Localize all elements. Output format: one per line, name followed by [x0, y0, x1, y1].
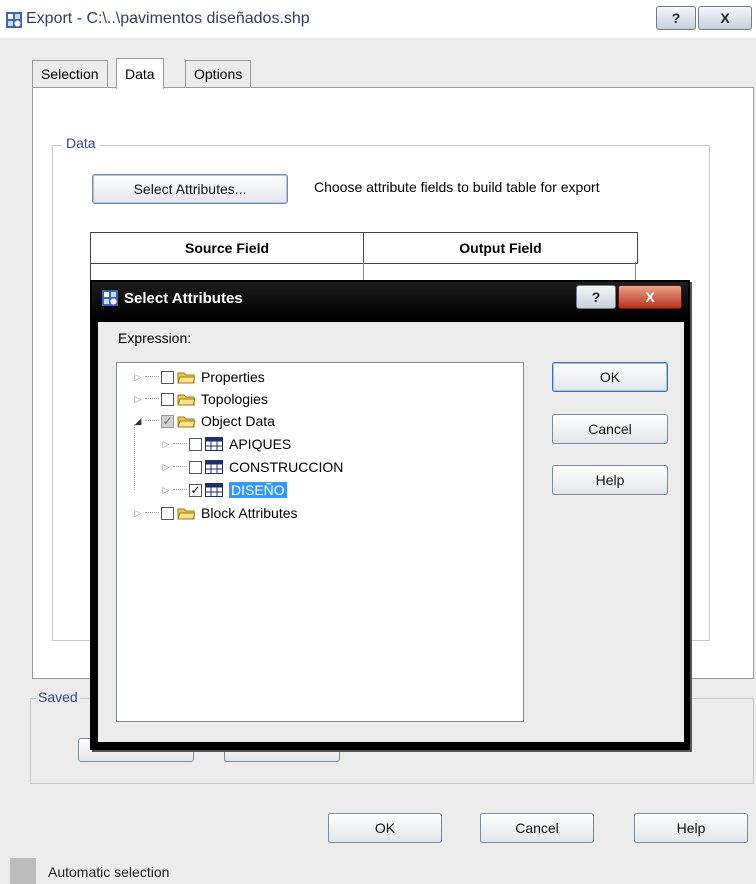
window-title: Export - C:\..\pavimentos diseñados.shp [26, 10, 310, 27]
tree-item-label: Block Attributes [201, 505, 298, 521]
tree-connector [145, 398, 159, 400]
tree-connector [173, 466, 187, 468]
tree-connector [173, 489, 187, 491]
data-group-label: Data [62, 135, 100, 151]
tree-item-label: DISEÑO [229, 482, 287, 498]
expand-icon[interactable]: ▷ [133, 372, 143, 383]
tree-item-label: CONSTRUCCION [229, 459, 344, 475]
attribute-tree[interactable]: ▷ Properties ▷ Topologies ◢ ✓ Object Dat… [116, 362, 524, 722]
folder-icon [177, 508, 195, 520]
field-mapping-table[interactable]: Source Field Output Field [90, 232, 638, 264]
checkbox[interactable] [189, 460, 202, 474]
dialog-help-caption-button[interactable]: ? [576, 285, 616, 309]
expand-icon[interactable]: ▷ [161, 485, 171, 496]
expand-icon[interactable]: ▷ [133, 394, 143, 405]
dialog-help-button[interactable]: Help [552, 465, 668, 495]
help-caption-button[interactable]: ? [656, 6, 696, 30]
tree-item-construccion[interactable]: ▷ CONSTRUCCION [161, 456, 344, 478]
folder-icon [177, 372, 195, 384]
table-icon [205, 437, 223, 451]
dialog-close-caption-button[interactable]: X [618, 285, 682, 309]
app-icon [6, 12, 22, 28]
tree-item-object-data[interactable]: ◢ ✓ Object Data [133, 410, 275, 432]
source-field-header[interactable]: Source Field [91, 233, 364, 263]
tab-selection[interactable]: Selection [32, 60, 108, 87]
checkbox[interactable] [189, 437, 202, 451]
help-button[interactable]: Help [634, 813, 748, 843]
tree-item-topologies[interactable]: ▷ Topologies [133, 388, 268, 410]
dialog-cancel-button[interactable]: Cancel [552, 414, 668, 444]
status-indicator [10, 858, 36, 884]
checkbox[interactable]: ✓ [189, 483, 202, 497]
checkbox[interactable]: ✓ [161, 414, 174, 428]
tab-options[interactable]: Options [185, 60, 252, 87]
status-text: Automatic selection [48, 864, 170, 880]
dialog-title: Select Attributes [124, 290, 243, 307]
tree-connector [173, 443, 187, 445]
tree-item-label: Object Data [201, 413, 275, 429]
tree-connector [145, 420, 159, 422]
checkbox[interactable] [161, 506, 174, 520]
expand-icon[interactable]: ▷ [133, 508, 143, 519]
table-column-divider [635, 262, 636, 282]
tree-item-diseno[interactable]: ▷ ✓ DISEÑO [161, 479, 287, 501]
table-column-divider [363, 262, 364, 282]
tree-connector [145, 376, 159, 378]
dialog-ok-button[interactable]: OK [552, 362, 668, 392]
tree-item-apiques[interactable]: ▷ APIQUES [161, 433, 292, 455]
expand-icon[interactable]: ▷ [161, 439, 171, 450]
expression-label: Expression: [118, 330, 192, 346]
tree-item-properties[interactable]: ▷ Properties [133, 366, 265, 388]
tree-connector [145, 512, 159, 514]
app-icon [102, 290, 118, 306]
tree-connector [134, 424, 136, 490]
tree-item-label: Topologies [201, 391, 268, 407]
folder-icon [177, 416, 195, 428]
expand-icon[interactable]: ▷ [161, 462, 171, 473]
cancel-button[interactable]: Cancel [480, 813, 594, 843]
saved-group-label: Saved [36, 689, 80, 705]
tab-data[interactable]: Data [116, 58, 164, 89]
output-field-header[interactable]: Output Field [364, 233, 637, 263]
tree-item-block-attributes[interactable]: ▷ Block Attributes [133, 502, 298, 524]
folder-icon [177, 394, 195, 406]
main-title-bar: Export - C:\..\pavimentos diseñados.shp … [0, 0, 756, 38]
checkbox[interactable] [161, 370, 174, 384]
close-caption-button[interactable]: X [698, 6, 752, 30]
select-attributes-description: Choose attribute fields to build table f… [314, 179, 600, 195]
tree-item-label: Properties [201, 369, 265, 385]
ok-button[interactable]: OK [328, 813, 442, 843]
tree-item-label: APIQUES [229, 436, 292, 452]
table-icon [205, 483, 223, 497]
checkbox[interactable] [161, 392, 174, 406]
select-attributes-button[interactable]: Select Attributes... [92, 174, 288, 204]
table-icon [205, 460, 223, 474]
